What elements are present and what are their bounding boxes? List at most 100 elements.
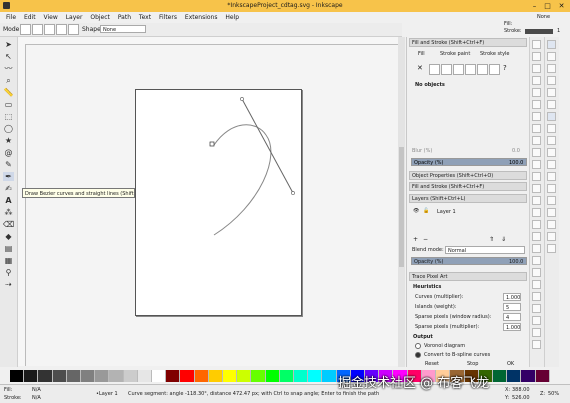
snap-grid-icon[interactable] xyxy=(547,232,556,241)
palette-swatch[interactable] xyxy=(10,370,25,382)
menu-extensions[interactable]: Extensions xyxy=(185,12,218,23)
zoom-value[interactable]: 50% xyxy=(548,391,559,397)
drawing-canvas[interactable] xyxy=(26,45,398,366)
zoom-drawing-icon[interactable] xyxy=(532,184,541,193)
curves-input[interactable]: 1.000 xyxy=(503,293,521,301)
menu-edit[interactable]: Edit xyxy=(24,12,36,23)
snap-cusp-icon[interactable] xyxy=(547,148,556,157)
star-tool-icon[interactable]: ★ xyxy=(3,136,14,145)
palette-swatch[interactable] xyxy=(52,370,67,382)
minimize-button[interactable]: – xyxy=(528,1,541,11)
shape-select[interactable]: None xyxy=(100,25,146,33)
zoom-page-icon[interactable] xyxy=(532,196,541,205)
snap-bbox-edge-icon[interactable] xyxy=(547,64,556,73)
undo-icon[interactable] xyxy=(532,112,541,121)
palette-swatch[interactable] xyxy=(308,370,323,382)
open-file-icon[interactable] xyxy=(532,52,541,61)
palette-swatch[interactable] xyxy=(521,370,536,382)
palette-swatch[interactable] xyxy=(492,370,508,382)
duplicate-icon[interactable] xyxy=(532,208,541,217)
snap-midpoint-icon[interactable] xyxy=(547,172,556,181)
pen-tool-icon[interactable]: ✒ xyxy=(3,172,14,181)
menu-path[interactable]: Path xyxy=(118,12,131,23)
gradient-tool-icon[interactable]: ▤ xyxy=(3,244,14,253)
preferences-icon[interactable] xyxy=(532,328,541,337)
cut-icon[interactable] xyxy=(532,148,541,157)
calligraphy-tool-icon[interactable]: ✍ xyxy=(3,184,14,193)
snap-rotation-center-icon[interactable] xyxy=(547,196,556,205)
export-icon[interactable] xyxy=(532,100,541,109)
scrollbar-thumb[interactable] xyxy=(399,147,404,267)
box3d-tool-icon[interactable]: ⬚ xyxy=(3,112,14,121)
paste-icon[interactable] xyxy=(532,160,541,169)
palette-swatch[interactable] xyxy=(535,370,550,382)
layer-opacity-slider[interactable]: Opacity (%) 100.0 xyxy=(411,257,527,265)
palette-swatch[interactable] xyxy=(24,370,39,382)
snap-guide-icon[interactable] xyxy=(547,244,556,253)
add-layer-icon[interactable]: + xyxy=(413,236,418,243)
spray-tool-icon[interactable]: ⁂ xyxy=(3,208,14,217)
palette-swatch[interactable] xyxy=(152,370,167,382)
align-icon[interactable] xyxy=(532,316,541,325)
measure-tool-icon[interactable]: 📏 xyxy=(3,88,14,97)
text-font-icon[interactable] xyxy=(532,280,541,289)
opacity-slider[interactable]: Opacity (%) 100.0 xyxy=(411,158,527,166)
ok-button[interactable]: OK xyxy=(507,361,514,367)
dropper-tool-icon[interactable]: ⚲ xyxy=(3,268,14,277)
xml-editor-icon[interactable] xyxy=(532,304,541,313)
palette-swatch[interactable] xyxy=(208,370,224,382)
group-icon[interactable] xyxy=(532,244,541,253)
tab-stroke-paint[interactable]: Stroke paint xyxy=(440,51,470,57)
fill-stroke-icon[interactable] xyxy=(532,268,541,277)
unlink-clone-icon[interactable] xyxy=(532,232,541,241)
islands-input[interactable]: 5 xyxy=(503,303,521,311)
voronoi-radio[interactable] xyxy=(415,343,421,349)
status-layer-select[interactable]: •Layer 1 xyxy=(96,391,118,397)
node-tool-icon[interactable]: ↖ xyxy=(3,52,14,61)
tab-fill[interactable]: Fill xyxy=(418,51,425,57)
palette-swatch[interactable] xyxy=(251,370,266,382)
tab-stroke-style[interactable]: Stroke style xyxy=(480,51,510,57)
snap-page-border-icon[interactable] xyxy=(547,220,556,229)
menu-text[interactable]: Text xyxy=(139,12,151,23)
palette-swatch[interactable] xyxy=(194,370,209,382)
pencil-tool-icon[interactable]: ✎ xyxy=(3,160,14,169)
print-icon[interactable] xyxy=(532,76,541,85)
blend-mode-select[interactable]: Normal xyxy=(445,246,525,254)
palette-swatch[interactable] xyxy=(81,370,96,382)
snap-bbox-corner-icon[interactable] xyxy=(547,76,556,85)
palette-swatch[interactable] xyxy=(109,370,124,382)
mesh-tool-icon[interactable]: ▦ xyxy=(3,256,14,265)
maximize-button[interactable]: □ xyxy=(541,1,554,11)
layer-row[interactable]: 👁 🔓 Layer 1 xyxy=(411,208,527,216)
mesh-gradient-button[interactable] xyxy=(465,64,476,75)
eye-icon[interactable]: 👁 xyxy=(413,208,419,214)
palette-swatch[interactable] xyxy=(294,370,309,382)
palette-swatch[interactable] xyxy=(180,370,195,382)
palette-swatch[interactable] xyxy=(166,370,181,382)
selector-tool-icon[interactable]: ➤ xyxy=(3,40,14,49)
zoom-tool-icon[interactable]: ⌕ xyxy=(3,76,14,85)
flat-color-button[interactable] xyxy=(429,64,440,75)
snap-bbox-center-icon[interactable] xyxy=(547,100,556,109)
menu-help[interactable]: Help xyxy=(225,12,239,23)
text-tool-icon[interactable]: A xyxy=(3,196,14,205)
snap-smooth-icon[interactable] xyxy=(547,160,556,169)
copy-icon[interactable] xyxy=(532,136,541,145)
palette-swatch[interactable] xyxy=(66,370,82,382)
fill-stroke-docked-header[interactable]: Fill and Stroke (Shift+Ctrl+F) xyxy=(409,182,527,191)
bspline-radio[interactable] xyxy=(415,352,421,358)
palette-swatch[interactable] xyxy=(237,370,252,382)
close-button[interactable]: ✕ xyxy=(555,1,568,11)
lower-layer-icon[interactable]: ⇓ xyxy=(501,236,506,243)
trace-pixel-art-header[interactable]: Trace Pixel Art xyxy=(409,272,527,281)
clone-icon[interactable] xyxy=(532,220,541,229)
ungroup-icon[interactable] xyxy=(532,256,541,265)
import-icon[interactable] xyxy=(532,88,541,97)
sparse-multiplier-input[interactable]: 1.000 xyxy=(503,323,521,331)
no-paint-icon[interactable]: ✕ xyxy=(417,64,423,72)
palette-swatch[interactable] xyxy=(123,370,138,382)
snap-toggle-icon[interactable] xyxy=(547,40,556,49)
remove-layer-icon[interactable]: − xyxy=(423,236,428,243)
snap-path-icon[interactable] xyxy=(547,124,556,133)
